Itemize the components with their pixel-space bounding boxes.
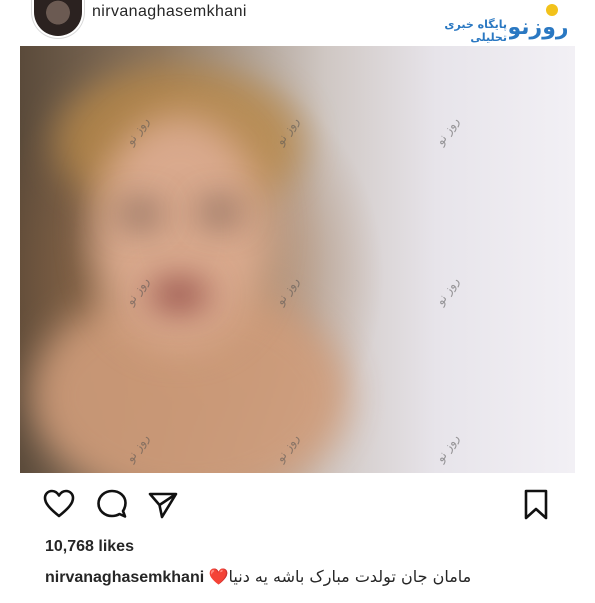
share-icon[interactable] (148, 491, 178, 519)
post-header: nirvanaghasemkhani پایگاه خبری تحلیلی رو… (0, 0, 595, 46)
post-photo[interactable]: روز نو روز نو روز نو روز نو روز نو روز ن… (20, 46, 575, 473)
brand-watermark: پایگاه خبری تحلیلی روزنو (417, 2, 567, 44)
photo-eye-right (200, 204, 240, 220)
watermark-text: روز نو (432, 431, 462, 465)
photo-eye-left (120, 206, 160, 222)
comment-icon[interactable] (97, 489, 127, 519)
photo-lips (150, 284, 208, 306)
heart-emoji-icon: ❤️ (208, 567, 229, 586)
photo-face (95, 116, 265, 346)
caption-username[interactable]: nirvanaghasemkhani (45, 569, 204, 586)
post-action-bar (20, 473, 575, 535)
post-username[interactable]: nirvanaghasemkhani (92, 3, 247, 21)
post-caption: nirvanaghasemkhani ❤️مامان جان تولدت مبا… (45, 567, 471, 587)
watermark-text: روز نو (272, 274, 302, 308)
brand-logo-icon: روزنو (509, 4, 567, 40)
watermark-text: روز نو (432, 114, 462, 148)
brand-logo-text: روزنو (509, 15, 567, 40)
likes-count[interactable]: 10,768 likes (45, 538, 134, 556)
save-bookmark-icon[interactable] (523, 489, 549, 521)
caption-text: مامان جان تولدت مبارک باشه یه دنیا (228, 567, 472, 586)
like-heart-icon[interactable] (43, 489, 75, 519)
avatar[interactable] (34, 0, 82, 36)
brand-tagline: پایگاه خبری تحلیلی (444, 18, 507, 44)
watermark-text: روز نو (432, 274, 462, 308)
